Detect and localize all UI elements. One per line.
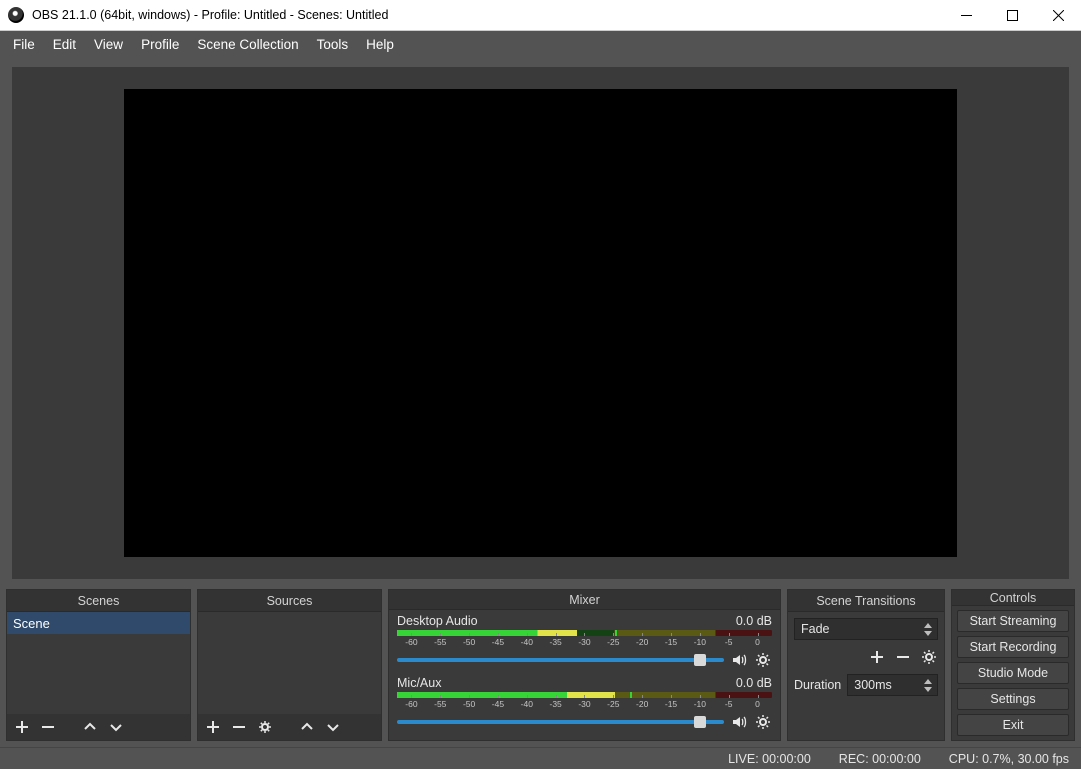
exit-button[interactable]: Exit xyxy=(957,714,1069,736)
scenes-panel-title: Scenes xyxy=(7,590,190,612)
statusbar: LIVE: 00:00:00 REC: 00:00:00 CPU: 0.7%, … xyxy=(0,747,1081,769)
speaker-icon[interactable] xyxy=(730,713,748,731)
menu-help[interactable]: Help xyxy=(357,31,403,57)
status-live: LIVE: 00:00:00 xyxy=(728,752,811,766)
scene-list-item[interactable]: Scene xyxy=(7,612,190,634)
controls-panel: Controls Start Streaming Start Recording… xyxy=(951,589,1075,741)
scene-move-up-button[interactable] xyxy=(81,718,99,736)
status-rec: REC: 00:00:00 xyxy=(839,752,921,766)
sources-list[interactable] xyxy=(198,612,381,714)
mixer-channel-name: Desktop Audio xyxy=(397,614,478,630)
source-add-button[interactable] xyxy=(204,718,222,736)
mixer-channel-level: 0.0 dB xyxy=(736,676,772,692)
window-title: OBS 21.1.0 (64bit, windows) - Profile: U… xyxy=(32,8,943,22)
transition-select[interactable]: Fade xyxy=(794,618,938,640)
transition-add-button[interactable] xyxy=(868,648,886,666)
window-minimize-button[interactable] xyxy=(943,0,989,30)
chevron-down-icon xyxy=(921,629,935,637)
mixer-panel-title: Mixer xyxy=(389,590,780,610)
chevron-down-icon[interactable] xyxy=(921,685,935,693)
mixer-channel-name: Mic/Aux xyxy=(397,676,441,692)
speaker-icon[interactable] xyxy=(730,651,748,669)
scene-move-down-button[interactable] xyxy=(107,718,125,736)
window-titlebar: OBS 21.1.0 (64bit, windows) - Profile: U… xyxy=(0,0,1081,31)
sources-panel-title: Sources xyxy=(198,590,381,612)
preview-area xyxy=(0,57,1081,589)
window-maximize-button[interactable] xyxy=(989,0,1035,30)
transitions-panel-title: Scene Transitions xyxy=(788,590,944,612)
scenes-panel: Scenes Scene xyxy=(6,589,191,741)
obs-logo-icon xyxy=(8,7,24,23)
menu-tools[interactable]: Tools xyxy=(308,31,358,57)
status-cpu: CPU: 0.7%, 30.00 fps xyxy=(949,752,1069,766)
start-streaming-button[interactable]: Start Streaming xyxy=(957,610,1069,632)
transition-properties-button[interactable] xyxy=(920,648,938,666)
transitions-panel: Scene Transitions Fade Duration xyxy=(787,589,945,741)
mixer-channel-level: 0.0 dB xyxy=(736,614,772,630)
source-remove-button[interactable] xyxy=(230,718,248,736)
gear-icon[interactable] xyxy=(754,713,772,731)
transition-duration-label: Duration xyxy=(794,678,841,692)
sources-panel: Sources xyxy=(197,589,382,741)
settings-button[interactable]: Settings xyxy=(957,688,1069,710)
mixer-channel: Mic/Aux 0.0 dB -60-55-50-45-40-35-30-25-… xyxy=(397,676,772,732)
mixer-volume-slider[interactable] xyxy=(397,720,724,724)
mixer-channel: Desktop Audio 0.0 dB -60-55-50-45-40-35-… xyxy=(397,614,772,670)
menu-file[interactable]: File xyxy=(4,31,44,57)
mixer-scale: -60-55-50-45-40-35-30-25-20-15-10-50 xyxy=(397,699,772,708)
source-properties-button[interactable] xyxy=(256,718,274,736)
transition-remove-button[interactable] xyxy=(894,648,912,666)
mixer-volume-slider[interactable] xyxy=(397,658,724,662)
studio-mode-button[interactable]: Studio Mode xyxy=(957,662,1069,684)
transition-duration-input[interactable]: 300ms xyxy=(847,674,938,696)
menu-profile[interactable]: Profile xyxy=(132,31,188,57)
chevron-up-icon xyxy=(921,621,935,629)
window-close-button[interactable] xyxy=(1035,0,1081,30)
menu-edit[interactable]: Edit xyxy=(44,31,85,57)
scene-add-button[interactable] xyxy=(13,718,31,736)
chevron-up-icon[interactable] xyxy=(921,677,935,685)
menubar: File Edit View Profile Scene Collection … xyxy=(0,31,1081,57)
preview-canvas[interactable] xyxy=(124,89,957,557)
source-move-up-button[interactable] xyxy=(298,718,316,736)
source-move-down-button[interactable] xyxy=(324,718,342,736)
menu-scene-collection[interactable]: Scene Collection xyxy=(188,31,307,57)
scene-remove-button[interactable] xyxy=(39,718,57,736)
start-recording-button[interactable]: Start Recording xyxy=(957,636,1069,658)
mixer-scale: -60-55-50-45-40-35-30-25-20-15-10-50 xyxy=(397,637,772,646)
menu-view[interactable]: View xyxy=(85,31,132,57)
mixer-panel: Mixer Desktop Audio 0.0 dB -60-55-50-45-… xyxy=(388,589,781,741)
gear-icon[interactable] xyxy=(754,651,772,669)
controls-panel-title: Controls xyxy=(952,590,1074,606)
